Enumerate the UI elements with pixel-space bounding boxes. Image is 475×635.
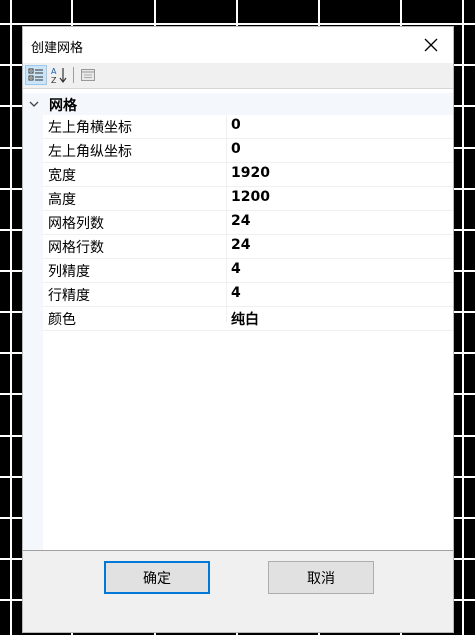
property-row[interactable]: 左上角纵坐标 0 xyxy=(43,139,453,163)
property-row[interactable]: 网格行数 24 xyxy=(43,235,453,259)
category-row[interactable]: 网格 xyxy=(23,93,453,115)
categorized-view-icon xyxy=(28,68,43,81)
alphabetical-button[interactable]: A Z xyxy=(48,65,70,85)
title-bar: 创建网格 xyxy=(23,27,453,63)
property-toolbar: A Z xyxy=(23,63,453,87)
dialog-title: 创建网格 xyxy=(31,41,84,56)
ok-button[interactable]: 确定 xyxy=(104,561,210,594)
alphabetical-sort-icon: A Z xyxy=(51,67,67,84)
property-name: 列精度 xyxy=(48,264,90,280)
property-value[interactable]: 1920 xyxy=(231,165,270,181)
property-name: 网格行数 xyxy=(48,240,104,256)
property-row[interactable]: 列精度 4 xyxy=(43,259,453,283)
toolbar-separator xyxy=(73,67,74,83)
property-grid: 网格 左上角横坐标 0 左上角纵坐标 0 宽度 1920 高度 1200 网格列… xyxy=(23,88,453,551)
cancel-button[interactable]: 取消 xyxy=(268,561,374,594)
close-button[interactable] xyxy=(409,27,453,63)
property-row[interactable]: 行精度 4 xyxy=(43,283,453,307)
svg-text:Z: Z xyxy=(51,76,57,84)
property-name: 左上角横坐标 xyxy=(48,120,132,136)
property-row[interactable]: 宽度 1920 xyxy=(43,163,453,187)
close-icon xyxy=(424,38,438,52)
property-name: 行精度 xyxy=(48,288,90,304)
property-value[interactable]: 0 xyxy=(231,141,241,157)
categorized-button[interactable] xyxy=(25,65,47,85)
grid-gutter xyxy=(23,115,43,550)
property-name: 宽度 xyxy=(48,168,76,184)
property-value[interactable]: 24 xyxy=(231,237,250,253)
property-pages-icon xyxy=(81,69,95,81)
property-row[interactable]: 颜色 纯白 xyxy=(43,307,453,331)
property-value[interactable]: 24 xyxy=(231,213,250,229)
property-value[interactable]: 1200 xyxy=(231,189,270,205)
property-name: 左上角纵坐标 xyxy=(48,144,132,160)
property-row[interactable]: 高度 1200 xyxy=(43,187,453,211)
category-label: 网格 xyxy=(49,98,77,114)
property-pages-button[interactable] xyxy=(77,65,99,85)
svg-text:A: A xyxy=(51,67,57,76)
chevron-down-icon[interactable] xyxy=(28,96,40,112)
property-value[interactable]: 0 xyxy=(231,117,241,133)
create-grid-dialog: 创建网格 A Z 网格 左上角横坐标 0 左上角纵坐标 0 宽度 1920 高度… xyxy=(22,26,454,633)
property-value[interactable]: 4 xyxy=(231,285,241,301)
property-value[interactable]: 4 xyxy=(231,261,241,277)
property-rows: 左上角横坐标 0 左上角纵坐标 0 宽度 1920 高度 1200 网格列数 2… xyxy=(43,115,453,331)
property-name: 网格列数 xyxy=(48,216,104,232)
property-value[interactable]: 纯白 xyxy=(231,309,259,329)
property-name: 高度 xyxy=(48,192,76,208)
property-name: 颜色 xyxy=(48,312,76,328)
property-row[interactable]: 网格列数 24 xyxy=(43,211,453,235)
property-row[interactable]: 左上角横坐标 0 xyxy=(43,115,453,139)
